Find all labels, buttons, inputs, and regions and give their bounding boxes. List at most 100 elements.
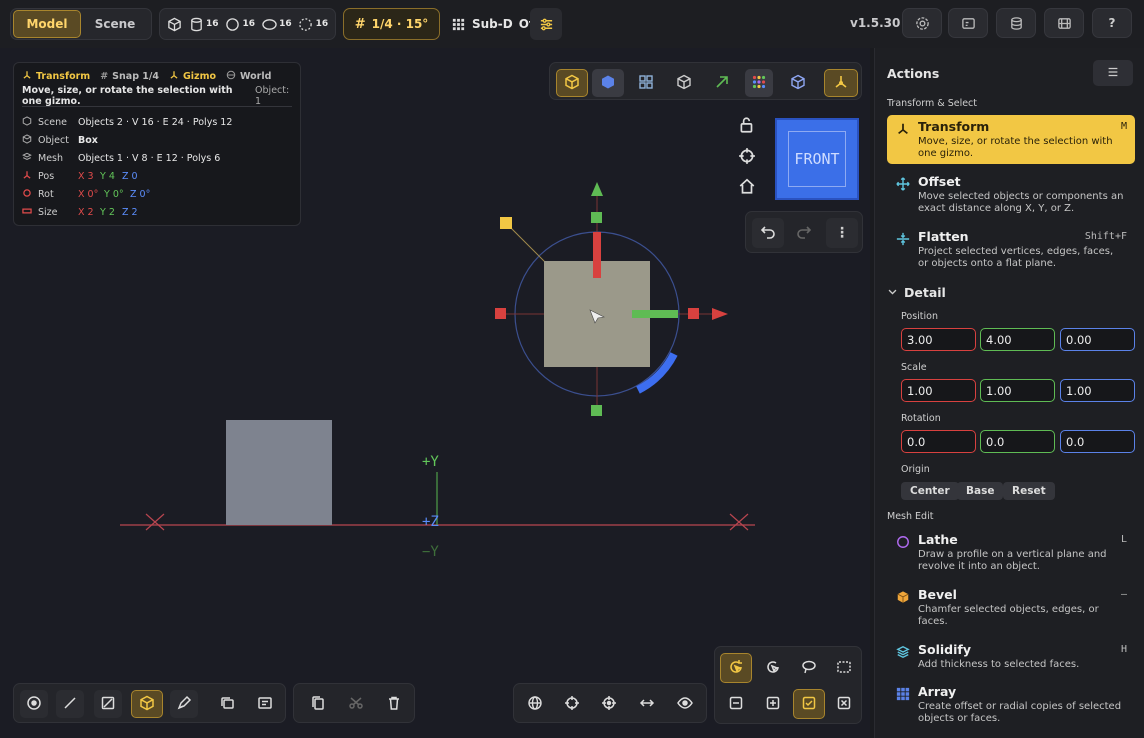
- crosshair-icon: [564, 695, 580, 714]
- select-lasso-button[interactable]: [793, 653, 825, 683]
- film-button[interactable]: [1044, 8, 1084, 38]
- focus-button[interactable]: [738, 147, 756, 168]
- database-button[interactable]: [996, 8, 1036, 38]
- window-icon: [960, 15, 976, 31]
- scale-z-field[interactable]: 1.00: [1060, 379, 1135, 402]
- info-row-object: Object Box: [22, 131, 292, 149]
- cylinder-tool[interactable]: 16: [188, 16, 219, 32]
- lock-button[interactable]: [738, 116, 756, 137]
- rotation-z-field[interactable]: 0.0: [1060, 430, 1135, 453]
- home-button[interactable]: [738, 177, 756, 198]
- origin-reset-button[interactable]: Reset: [1003, 482, 1055, 500]
- check-square-icon: [801, 695, 817, 714]
- line-tool[interactable]: [56, 690, 84, 718]
- info-row-mesh: Mesh Objects 1 · V 8 · E 12 · Polys 6: [22, 149, 292, 167]
- menu-icon: [1106, 65, 1120, 82]
- lathe-icon: [895, 534, 911, 550]
- torus-tool[interactable]: 16: [261, 16, 292, 32]
- subd-toggle[interactable]: Sub-D Off: [450, 16, 539, 32]
- scale-y-field[interactable]: 1.00: [980, 379, 1055, 402]
- pivot-button[interactable]: [595, 690, 623, 718]
- detail-toggle[interactable]: Detail: [887, 285, 946, 300]
- plane-tool[interactable]: [94, 690, 122, 718]
- info-hint-row: Move, size, or rotate the selection with…: [22, 85, 292, 107]
- gizmo-icon: [22, 70, 32, 83]
- pen-icon: [176, 695, 192, 714]
- snap-target-button[interactable]: [558, 690, 586, 718]
- redo-icon: [796, 224, 812, 243]
- settings-button[interactable]: [902, 8, 942, 38]
- select-hand-button[interactable]: [757, 653, 789, 683]
- help-button[interactable]: ?: [1092, 8, 1132, 38]
- selection-info-panel: Transform # Snap 1/4 Gizmo World Move, si…: [13, 62, 301, 226]
- position-x-field[interactable]: 3.00: [901, 328, 976, 351]
- wireframe-button[interactable]: [670, 69, 698, 97]
- arrow-up-right-icon: [714, 74, 730, 93]
- rotate-icon: [22, 188, 32, 201]
- mirror-button[interactable]: [633, 690, 661, 718]
- iso-view-button[interactable]: [784, 69, 812, 97]
- layers-icon: [219, 695, 235, 714]
- shaded-mode-button[interactable]: [592, 69, 624, 97]
- origin-center-button[interactable]: Center: [901, 482, 959, 500]
- quad-view-button[interactable]: [632, 69, 660, 97]
- array-grid-icon: [895, 686, 911, 702]
- mode-scene-button[interactable]: Scene: [81, 10, 149, 38]
- subd-settings-button[interactable]: [530, 8, 562, 40]
- undo-icon: [760, 224, 776, 243]
- point-tool[interactable]: [20, 690, 48, 718]
- cube-icon: [564, 74, 580, 93]
- circle-tool[interactable]: 16: [298, 16, 328, 32]
- y-minus-scale-cube: [591, 405, 602, 416]
- action-lathe[interactable]: Lathe Draw a profile on a vertical plane…: [887, 528, 1135, 578]
- notes-tool[interactable]: [251, 690, 279, 718]
- x-scale-cube: [688, 308, 699, 319]
- cut-button[interactable]: [342, 690, 370, 718]
- action-bevel[interactable]: Bevel Chamfer selected objects, edges, o…: [887, 583, 1135, 633]
- snap-button[interactable]: # 1/4 · 15°: [343, 8, 440, 40]
- redo-button[interactable]: [788, 218, 820, 248]
- solid-mode-button[interactable]: [556, 69, 588, 97]
- position-y-field[interactable]: 4.00: [980, 328, 1055, 351]
- select-add-button[interactable]: [757, 689, 789, 719]
- circle-dashed-icon: [298, 16, 314, 32]
- rotation-y-field[interactable]: 0.0: [980, 430, 1055, 453]
- action-solidify[interactable]: Solidify Add thickness to selected faces…: [887, 638, 1135, 678]
- actions-menu-button[interactable]: [1093, 60, 1133, 86]
- gizmo-toggle-button[interactable]: [824, 69, 858, 97]
- action-array[interactable]: Array Create offset or radial copies of …: [887, 680, 1135, 730]
- undo-button[interactable]: [752, 218, 784, 248]
- pen-tool[interactable]: [170, 690, 198, 718]
- color-grid-button[interactable]: [745, 69, 773, 97]
- select-box-button[interactable]: [829, 653, 859, 683]
- action-flatten[interactable]: Flatten Project selected vertices, edges…: [887, 225, 1135, 275]
- visibility-button[interactable]: [671, 690, 699, 718]
- action-offset[interactable]: Offset Move selected objects or componen…: [887, 170, 1135, 220]
- snap-badge: # Snap 1/4: [100, 70, 159, 82]
- rotation-x-field[interactable]: 0.0: [901, 430, 976, 453]
- duplicate-tool[interactable]: [213, 690, 241, 718]
- more-button[interactable]: ⋮: [826, 218, 858, 248]
- normals-button[interactable]: [708, 69, 736, 97]
- delete-button[interactable]: [380, 690, 408, 718]
- origin-base-button[interactable]: Base: [957, 482, 1004, 500]
- globe-icon: [226, 70, 236, 83]
- select-none-button[interactable]: [829, 689, 859, 719]
- position-z-field[interactable]: 0.00: [1060, 328, 1135, 351]
- copy-button[interactable]: [304, 690, 332, 718]
- mode-model-button[interactable]: Model: [13, 10, 81, 38]
- select-rotate-button[interactable]: [720, 653, 752, 683]
- sphere-tool[interactable]: 16: [225, 16, 255, 32]
- world-space-button[interactable]: [521, 690, 549, 718]
- view-toolbar: [549, 62, 862, 100]
- select-all-button[interactable]: [793, 689, 825, 719]
- cube-icon[interactable]: [166, 16, 182, 32]
- view-cube[interactable]: FRONT: [775, 118, 859, 200]
- box-tool[interactable]: [131, 690, 163, 718]
- scale-x-field[interactable]: 1.00: [901, 379, 976, 402]
- x-plus-marker: [729, 513, 749, 531]
- select-subtract-button[interactable]: [720, 689, 752, 719]
- panel-button[interactable]: [948, 8, 988, 38]
- actions-panel: Actions Transform & Select Transform Mov…: [874, 48, 1144, 738]
- action-transform[interactable]: Transform Move, size, or rotate the sele…: [887, 115, 1135, 164]
